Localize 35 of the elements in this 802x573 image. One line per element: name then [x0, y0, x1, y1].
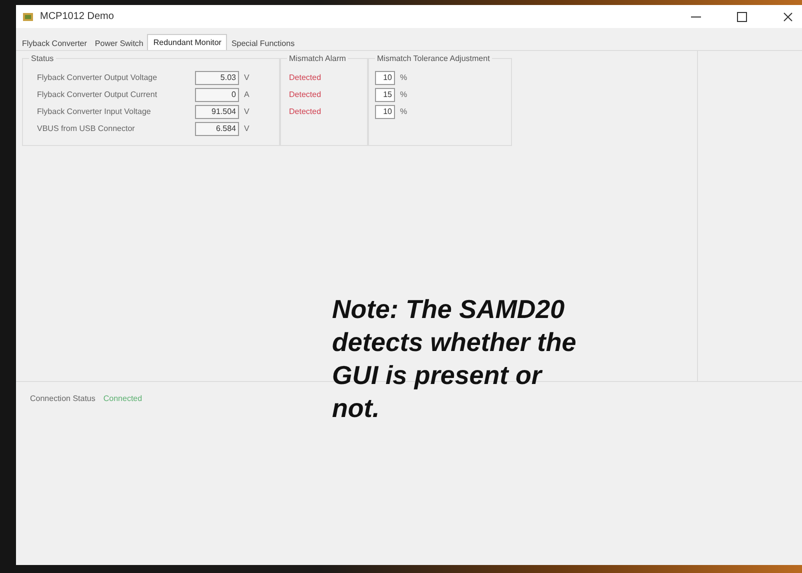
value-field: 6.584	[195, 122, 239, 136]
unit-label: V	[244, 73, 250, 82]
window-title: MCP1012 Demo	[40, 11, 114, 22]
field-label: Flyback Converter Input Voltage	[37, 107, 152, 116]
alarm-status: Detected	[289, 89, 322, 101]
tab[interactable]: Power Switch	[90, 37, 148, 50]
unit-label: A	[244, 90, 250, 99]
maximize-icon[interactable]	[736, 10, 748, 22]
alarm-status: Detected	[289, 72, 322, 84]
tab[interactable]: Redundant Monitor	[147, 34, 228, 50]
connection-status: Connected	[103, 394, 142, 403]
app-icon	[22, 10, 34, 22]
close-icon[interactable]	[782, 10, 794, 22]
value-field: 5.03	[195, 70, 239, 84]
tolerance-field[interactable]: 10	[375, 104, 395, 118]
field-label: Flyback Converter Output Voltage	[37, 73, 158, 82]
unit-label: %	[400, 73, 408, 82]
value-field: 91.504	[195, 104, 239, 118]
tolerance-field[interactable]: 10	[375, 70, 395, 84]
unit-label: V	[244, 107, 250, 116]
unit-label: %	[400, 107, 408, 116]
group-title: Status	[30, 54, 55, 63]
tab[interactable]: Special Functions	[227, 37, 299, 50]
tab[interactable]: Flyback Converter	[18, 37, 91, 50]
unit-label: %	[400, 90, 408, 99]
note-text: Note: The SAMD20 detects whether the GUI is present or not.	[332, 293, 578, 425]
connection-label: Connection Status	[30, 394, 96, 403]
tolerance-field[interactable]: 15	[375, 88, 395, 102]
alarm-status: Detected	[289, 106, 322, 118]
unit-label: V	[244, 124, 250, 133]
group-title: Mismatch Alarm	[288, 54, 347, 63]
field-label: Flyback Converter Output Current	[37, 90, 158, 99]
value-field: 0	[195, 88, 239, 102]
field-label: VBUS from USB Connector	[37, 124, 136, 133]
group-title: Mismatch Tolerance Adjustment	[376, 54, 491, 63]
